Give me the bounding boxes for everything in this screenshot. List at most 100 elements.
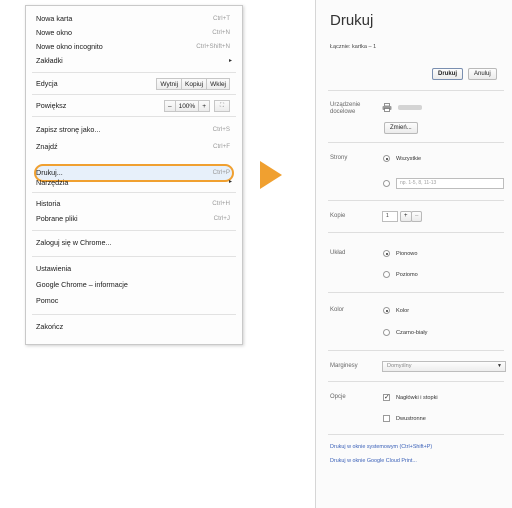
color-radio[interactable] bbox=[383, 307, 390, 314]
menu-divider bbox=[32, 72, 236, 73]
print-button[interactable]: Drukuj bbox=[432, 68, 464, 80]
menu-divider bbox=[32, 192, 236, 193]
menu-item-label: Drukuj... bbox=[36, 168, 63, 177]
menu-item-new-window[interactable]: Nowe okno Ctrl+N bbox=[36, 26, 232, 40]
menu-divider bbox=[32, 116, 236, 117]
menu-item-bookmarks[interactable]: Zakładki ▸ bbox=[36, 54, 232, 68]
copies-minus-button[interactable]: – bbox=[411, 211, 423, 222]
pages-range-input[interactable]: np. 1-5, 8, 11-13 bbox=[396, 178, 504, 189]
menu-item-label: Edycja bbox=[36, 79, 58, 88]
divider bbox=[328, 232, 504, 233]
margins-select[interactable]: Domyślny ▼ bbox=[382, 361, 506, 372]
menu-item-shortcut: Ctrl+J bbox=[213, 215, 230, 222]
menu-item-about[interactable]: Google Chrome – informacje bbox=[36, 278, 232, 292]
menu-item-zoom: Powiększ – 100% + ⛶ bbox=[36, 99, 232, 113]
menu-item-find[interactable]: Znajdź Ctrl+F bbox=[36, 140, 232, 154]
paste-button[interactable]: Wklej bbox=[206, 78, 230, 90]
copies-input[interactable]: 1 bbox=[382, 211, 398, 222]
submenu-arrow-icon: ▸ bbox=[228, 58, 232, 64]
chrome-menu: Nowa karta Ctrl+T Nowe okno Ctrl+N Nowe … bbox=[25, 5, 243, 345]
printer-icon bbox=[382, 103, 392, 112]
divider bbox=[328, 292, 504, 293]
menu-divider bbox=[32, 256, 236, 257]
menu-item-tools[interactable]: Narzędzia ▸ bbox=[36, 178, 232, 187]
menu-item-label: Pomoc bbox=[36, 296, 59, 305]
layout-landscape-radio[interactable] bbox=[383, 271, 390, 278]
pages-label: Strony bbox=[330, 155, 348, 161]
menu-item-label: Historia bbox=[36, 199, 61, 208]
fullscreen-icon[interactable]: ⛶ bbox=[214, 100, 230, 112]
menu-item-shortcut: Ctrl+Shift+N bbox=[196, 43, 230, 50]
page-title: Drukuj bbox=[330, 12, 374, 29]
cut-button[interactable]: Wytnij bbox=[156, 78, 183, 90]
change-destination-button[interactable]: Zmień... bbox=[384, 122, 418, 134]
menu-item-label: Nowe okno incognito bbox=[36, 42, 103, 51]
divider bbox=[328, 381, 504, 382]
pages-all-label: Wszystkie bbox=[396, 156, 422, 162]
duplex-checkbox[interactable] bbox=[383, 415, 390, 422]
menu-item-new-tab[interactable]: Nowa karta Ctrl+T bbox=[36, 12, 232, 26]
menu-divider bbox=[32, 94, 236, 95]
menu-item-shortcut: Ctrl+F bbox=[212, 143, 230, 150]
print-panel: Drukuj Łącznie: kartka – 1 Drukuj Anuluj… bbox=[315, 0, 512, 508]
menu-divider bbox=[32, 314, 236, 315]
zoom-in-button[interactable]: + bbox=[198, 100, 210, 112]
layout-portrait-radio[interactable] bbox=[383, 250, 390, 257]
menu-item-downloads[interactable]: Pobrane pliki Ctrl+J bbox=[36, 212, 232, 226]
arrow-right-icon bbox=[260, 161, 282, 189]
menu-item-label: Nowe okno bbox=[36, 28, 72, 37]
cancel-button[interactable]: Anuluj bbox=[468, 68, 497, 80]
copy-button[interactable]: Kopiuj bbox=[181, 78, 208, 90]
printer-name bbox=[398, 105, 422, 110]
menu-item-label: Znajdź bbox=[36, 142, 58, 151]
layout-portrait-label: Pionowo bbox=[396, 251, 418, 257]
pages-all-radio[interactable] bbox=[383, 155, 390, 162]
menu-item-label: Pobrane pliki bbox=[36, 214, 78, 223]
edit-button-group: Wytnij Kopiuj Wklej bbox=[156, 78, 230, 90]
menu-item-edit: Edycja Wytnij Kopiuj Wklej bbox=[36, 77, 232, 91]
menu-item-exit[interactable]: Zakończ bbox=[36, 320, 232, 334]
margins-label: Marginesy bbox=[330, 363, 358, 369]
zoom-level: 100% bbox=[174, 100, 200, 112]
color-option-label: Kolor bbox=[396, 308, 410, 314]
menu-item-shortcut: Ctrl+H bbox=[212, 200, 230, 207]
menu-item-sign-in[interactable]: Zaloguj się w Chrome... bbox=[36, 236, 232, 250]
margins-value: Domyślny bbox=[387, 363, 412, 369]
pages-range-radio[interactable] bbox=[383, 180, 390, 187]
menu-item-label: Zakończ bbox=[36, 322, 64, 331]
menu-item-label: Narzędzia bbox=[36, 178, 69, 187]
menu-item-history[interactable]: Historia Ctrl+H bbox=[36, 197, 232, 211]
menu-item-label: Ustawienia bbox=[36, 264, 72, 273]
divider bbox=[328, 200, 504, 201]
menu-divider bbox=[32, 230, 236, 231]
divider bbox=[328, 434, 504, 435]
menu-item-settings[interactable]: Ustawienia bbox=[36, 262, 232, 276]
system-dialog-link[interactable]: Drukuj w oknie systemowym (Ctrl+Shift+P) bbox=[330, 444, 432, 450]
headers-footers-label: Nagłówki i stopki bbox=[396, 395, 438, 401]
submenu-arrow-icon: ▸ bbox=[228, 179, 232, 185]
color-label: Kolor bbox=[330, 307, 345, 313]
menu-item-label: Zakładki bbox=[36, 56, 63, 65]
menu-item-label: Powiększ bbox=[36, 101, 67, 110]
menu-item-help[interactable]: Pomoc bbox=[36, 294, 232, 308]
cloud-print-link[interactable]: Drukuj w oknie Google Cloud Print... bbox=[330, 458, 417, 464]
layout-label: Układ bbox=[330, 250, 346, 256]
menu-item-incognito[interactable]: Nowe okno incognito Ctrl+Shift+N bbox=[36, 40, 232, 54]
menu-item-shortcut: Ctrl+T bbox=[212, 15, 230, 22]
dropdown-arrow-icon: ▼ bbox=[497, 363, 502, 369]
sheet-count: Łącznie: kartka – 1 bbox=[330, 44, 377, 50]
divider bbox=[328, 350, 504, 351]
menu-item-label: Nowa karta bbox=[36, 14, 73, 23]
bw-option-label: Czarno-biały bbox=[396, 330, 428, 336]
copies-plus-button[interactable]: + bbox=[400, 211, 412, 222]
menu-item-label: Zapisz stronę jako... bbox=[36, 125, 101, 134]
options-label: Opcje bbox=[330, 394, 346, 400]
copies-label: Kopie bbox=[330, 213, 346, 219]
menu-item-label: Google Chrome – informacje bbox=[36, 280, 128, 289]
layout-landscape-label: Poziomo bbox=[396, 272, 418, 278]
menu-item-save-page[interactable]: Zapisz stronę jako... Ctrl+S bbox=[36, 123, 232, 137]
bw-radio[interactable] bbox=[383, 329, 390, 336]
headers-footers-checkbox[interactable]: ✓ bbox=[383, 394, 390, 401]
divider bbox=[328, 90, 504, 91]
duplex-label: Dwustronne bbox=[396, 416, 426, 422]
